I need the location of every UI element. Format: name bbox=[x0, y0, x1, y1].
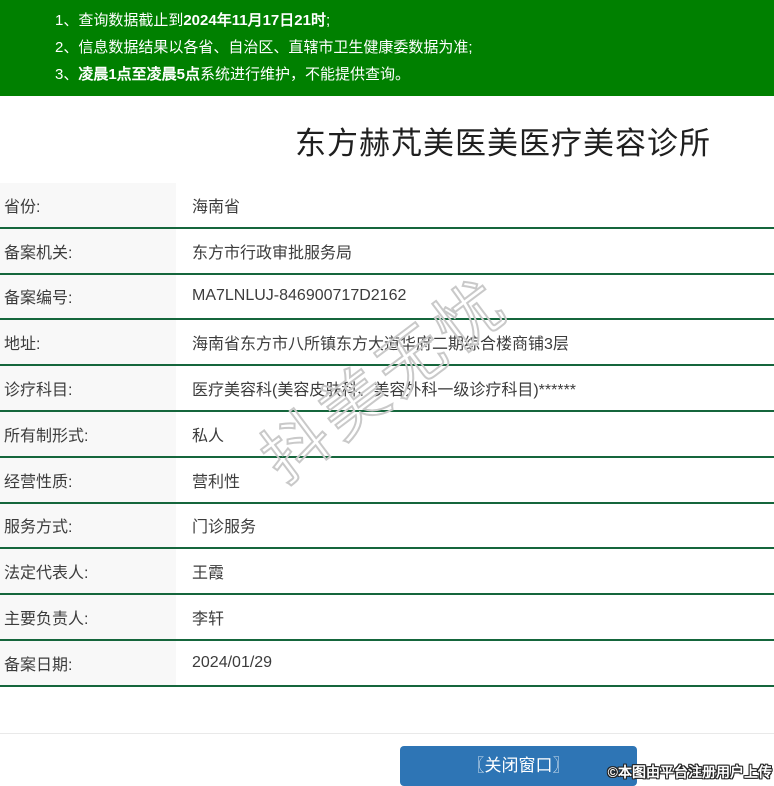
table-row-main-person-in-charge: 主要负责人: 李轩 bbox=[0, 595, 774, 641]
notice-text: 1、查询数据截止到 bbox=[55, 12, 184, 29]
table-row-filing-authority: 备案机关: 东方市行政审批服务局 bbox=[0, 228, 774, 275]
row-label: 诊疗科目: bbox=[0, 366, 176, 410]
row-value: 医疗美容科(美容皮肤科、美容外科一级诊疗科目)****** bbox=[176, 366, 774, 410]
title-row: 东方赫芃美医美医疗美容诊所 bbox=[0, 118, 774, 161]
notice-text: ; bbox=[325, 12, 331, 29]
notice-item-3: 3、凌晨1点至凌晨5点系统进行维护，不能提供查询。 bbox=[55, 61, 764, 88]
table-row-province: 省份: 海南省 bbox=[0, 183, 774, 229]
table-row-address: 地址: 海南省东方市八所镇东方大道华府二期综合楼商铺3层 bbox=[0, 320, 774, 367]
table-row-service-mode: 服务方式: 门诊服务 bbox=[0, 503, 774, 550]
row-label: 法定代表人: bbox=[0, 549, 176, 594]
row-value: 海南省 bbox=[176, 183, 774, 227]
row-label: 主要负责人: bbox=[0, 595, 176, 639]
row-label: 省份: bbox=[0, 183, 176, 227]
close-window-button[interactable]: 〖关闭窗口〗 bbox=[400, 746, 637, 786]
notice-bold-text: 凌晨1点至凌晨5点 bbox=[78, 66, 201, 83]
row-label: 地址: bbox=[0, 320, 176, 365]
table-row-medical-subjects: 诊疗科目: 医疗美容科(美容皮肤科、美容外科一级诊疗科目)****** bbox=[0, 366, 774, 412]
row-value: 东方市行政审批服务局 bbox=[176, 228, 774, 273]
row-label: 备案编号: bbox=[0, 274, 176, 319]
row-label: 所有制形式: bbox=[0, 411, 176, 456]
row-value: 李轩 bbox=[176, 595, 774, 639]
row-label: 备案机关: bbox=[0, 228, 176, 273]
table-row-ownership-form: 所有制形式: 私人 bbox=[0, 411, 774, 458]
table-row-operation-nature: 经营性质: 营利性 bbox=[0, 457, 774, 504]
row-label: 经营性质: bbox=[0, 457, 176, 502]
credit-overlay: ©本图由平台注册用户上传 bbox=[607, 764, 772, 780]
notice-item-2: 2、信息数据结果以各省、自治区、直辖市卫生健康委数据为准; bbox=[55, 34, 764, 61]
record-table: 省份: 海南省 备案机关: 东方市行政审批服务局 备案编号: MA7LNLUJ-… bbox=[0, 183, 774, 687]
row-value: 门诊服务 bbox=[176, 503, 774, 548]
notice-bold-text: 2024年11月17日21时 bbox=[183, 12, 326, 29]
table-row-filing-date: 备案日期: 2024/01/29 bbox=[0, 640, 774, 687]
row-label: 备案日期: bbox=[0, 640, 176, 685]
row-value: MA7LNLUJ-846900717D2162 bbox=[176, 274, 774, 319]
row-value: 私人 bbox=[176, 411, 774, 456]
notice-text: 系统进行维护，不能提供查询。 bbox=[200, 66, 411, 83]
row-value: 营利性 bbox=[176, 457, 774, 502]
notice-text: 2、信息数据结果以各省、自治区、直辖市卫生健康委数据为准; bbox=[55, 39, 473, 56]
row-value: 海南省东方市八所镇东方大道华府二期综合楼商铺3层 bbox=[176, 320, 774, 365]
page-title: 东方赫芃美医美医疗美容诊所 bbox=[295, 126, 711, 161]
row-value: 2024/01/29 bbox=[176, 640, 774, 685]
header-notices: 1、查询数据截止到2024年11月17日21时; 2、信息数据结果以各省、自治区… bbox=[0, 0, 774, 96]
row-label: 服务方式: bbox=[0, 503, 176, 548]
row-value: 王霞 bbox=[176, 549, 774, 594]
table-row-filing-number: 备案编号: MA7LNLUJ-846900717D2162 bbox=[0, 274, 774, 321]
table-row-legal-representative: 法定代表人: 王霞 bbox=[0, 549, 774, 596]
footer-divider bbox=[0, 732, 774, 734]
notice-text: 3、 bbox=[55, 66, 79, 83]
notice-item-1: 1、查询数据截止到2024年11月17日21时; bbox=[55, 7, 764, 34]
